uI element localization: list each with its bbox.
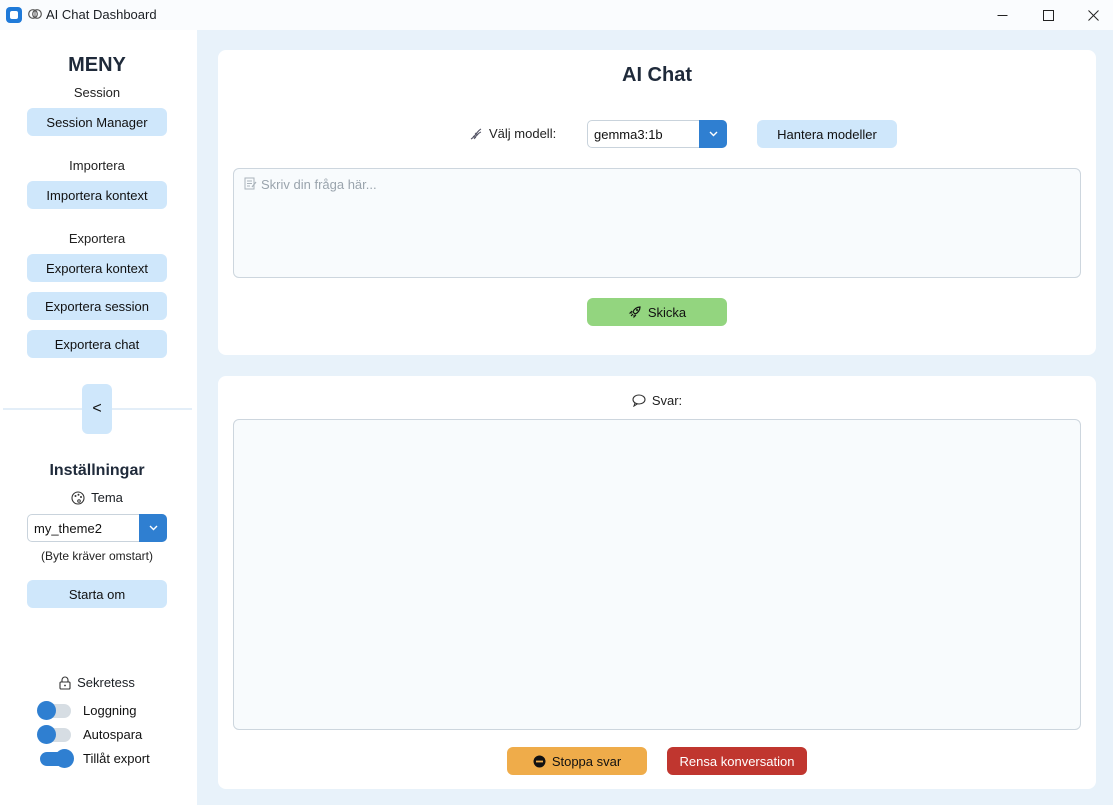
window-title: AI Chat Dashboard — [46, 7, 157, 22]
settings-title: Inställningar — [49, 462, 145, 479]
speech-bubble-icon — [632, 394, 646, 407]
menu-title: MENY — [68, 54, 126, 76]
allow-export-toggle-row[interactable]: Tillåt export — [40, 748, 150, 768]
model-select[interactable]: gemma3:1b — [587, 120, 727, 148]
maximize-button[interactable] — [1025, 0, 1071, 30]
logging-label: Loggning — [83, 703, 137, 718]
manage-models-button[interactable]: Hantera modeller — [757, 120, 897, 148]
import-context-button[interactable]: Importera kontext — [27, 181, 167, 209]
model-select-value: gemma3:1b — [594, 126, 663, 142]
session-section-label: Session — [73, 85, 121, 100]
chat-title: AI Chat — [622, 64, 692, 86]
export-context-button[interactable]: Exportera kontext — [27, 254, 167, 282]
minimize-icon — [997, 14, 1007, 16]
theme-select-value: my_theme2 — [34, 520, 102, 536]
rocket-icon — [628, 306, 641, 319]
query-input[interactable]: Skriv din fråga här... — [233, 168, 1081, 278]
autosave-toggle[interactable] — [37, 724, 71, 744]
toggle-knob — [55, 748, 74, 768]
autosave-toggle-row[interactable]: Autospara — [37, 724, 143, 744]
chat-input-panel: AI Chat Välj modell: gemma3:1b Hantera m… — [218, 50, 1096, 355]
minimize-button[interactable] — [979, 0, 1025, 30]
clear-conversation-button[interactable]: Rensa konversation — [667, 747, 807, 775]
model-label-row: Välj modell: — [469, 126, 556, 141]
palette-icon — [71, 490, 85, 505]
brain-icon — [28, 7, 42, 22]
answer-label: Svar: — [651, 393, 683, 408]
privacy-title-row: Sekretess — [0, 675, 194, 690]
autosave-label: Autospara — [83, 727, 143, 742]
close-button[interactable] — [1070, 0, 1113, 30]
memo-icon — [244, 177, 257, 190]
sidebar: MENY Session Session Manager Importera I… — [0, 30, 197, 805]
privacy-title: Sekretess — [77, 675, 135, 690]
theme-label: Tema — [91, 490, 123, 505]
send-button-label: Skicka — [647, 304, 687, 320]
answer-output[interactable] — [233, 419, 1081, 730]
collapse-sidebar-button[interactable]: < — [82, 384, 112, 434]
logging-toggle[interactable] — [37, 700, 71, 720]
restart-button[interactable]: Starta om — [27, 580, 167, 608]
session-manager-button[interactable]: Session Manager — [27, 108, 167, 136]
theme-select[interactable]: my_theme2 — [27, 514, 167, 542]
answer-label-row: Svar: — [218, 393, 1096, 408]
chevron-down-icon[interactable] — [139, 514, 167, 542]
chevron-down-icon[interactable] — [699, 120, 727, 148]
theme-label-row: Tema — [0, 490, 194, 505]
send-button[interactable]: Skicka — [587, 298, 727, 326]
toggle-knob — [37, 700, 56, 720]
maximize-icon — [1042, 9, 1054, 21]
allow-export-label: Tillåt export — [83, 751, 150, 766]
close-icon — [1087, 9, 1099, 21]
import-section-label: Importera — [69, 158, 125, 173]
model-label: Välj modell: — [489, 126, 557, 141]
query-placeholder: Skriv din fråga här... — [261, 177, 377, 192]
no-entry-icon — [533, 755, 546, 767]
dna-icon — [470, 128, 482, 139]
logging-toggle-row[interactable]: Loggning — [37, 700, 137, 720]
title-bar: AI Chat Dashboard — [0, 0, 1113, 30]
lock-icon — [59, 676, 71, 690]
export-chat-button[interactable]: Exportera chat — [27, 330, 167, 358]
chat-answer-panel: Svar: Stoppa svar Rensa konversation — [218, 376, 1096, 789]
export-session-button[interactable]: Exportera session — [27, 292, 167, 320]
allow-export-toggle[interactable] — [40, 748, 74, 768]
toggle-knob — [37, 724, 56, 744]
stop-answer-label: Stoppa svar — [551, 753, 622, 769]
app-icon — [6, 7, 22, 23]
theme-restart-note: (Byte kräver omstart) — [40, 549, 154, 563]
stop-answer-button[interactable]: Stoppa svar — [507, 747, 647, 775]
export-section-label: Exportera — [68, 231, 126, 246]
